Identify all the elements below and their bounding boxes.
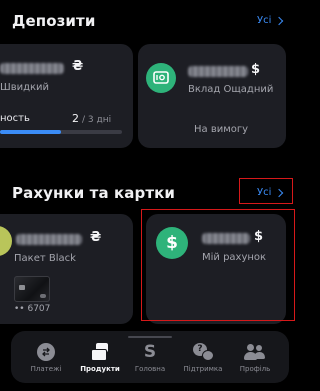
deposit-card-oshchadnyi[interactable]: $ Вклад Ощадний На вимогу bbox=[138, 44, 286, 148]
bank-card-thumbnail bbox=[14, 276, 50, 302]
progress-total: / 3 дні bbox=[82, 115, 112, 125]
nav-support[interactable]: ? Підтримка bbox=[175, 343, 231, 373]
blurred-amount bbox=[16, 234, 82, 245]
accounts-section-title: Рахунки та картки bbox=[12, 184, 176, 202]
currency-symbol: $ bbox=[254, 229, 264, 244]
currency-symbol: ₴ bbox=[72, 59, 84, 74]
nav-products[interactable]: Продукти bbox=[72, 343, 128, 373]
safe-icon bbox=[146, 63, 176, 93]
products-icon bbox=[90, 343, 110, 361]
deposits-all-link[interactable]: Усі bbox=[257, 15, 284, 26]
support-icon: ? bbox=[193, 343, 214, 361]
progress-label: ность bbox=[0, 113, 30, 124]
nav-active-indicator bbox=[128, 336, 172, 338]
package-icon bbox=[0, 226, 12, 256]
account-card-my-account[interactable]: $ $ Мій рахунок bbox=[146, 214, 286, 324]
home-s-icon: S bbox=[143, 342, 157, 362]
accounts-all-link[interactable]: Усі bbox=[257, 187, 284, 198]
progress-value: 2 bbox=[72, 112, 79, 125]
nav-profile-label: Профіль bbox=[239, 365, 271, 373]
accounts-all-label: Усі bbox=[257, 187, 272, 198]
nav-home-label: Головна bbox=[134, 365, 166, 373]
deposits-all-label: Усі bbox=[257, 15, 272, 26]
deposit-name: Швидкий bbox=[0, 82, 50, 93]
account-name: Пакет Black bbox=[14, 253, 76, 264]
nav-home[interactable]: S Головна bbox=[122, 343, 178, 373]
nav-support-label: Підтримка bbox=[183, 365, 223, 373]
account-card-black[interactable]: ₴ Пакет Black •• 6707 bbox=[0, 214, 133, 324]
dollar-icon: $ bbox=[156, 227, 188, 259]
progress-fill bbox=[0, 130, 61, 134]
card-number: •• 6707 bbox=[14, 304, 51, 314]
deposit-term: На вимогу bbox=[194, 124, 249, 135]
deposit-name: Вклад Ощадний bbox=[188, 84, 274, 95]
blurred-amount bbox=[0, 63, 64, 74]
currency-symbol: $ bbox=[251, 62, 261, 77]
payments-icon bbox=[37, 343, 55, 361]
deposit-card-shvydkyi[interactable]: ₴ Швидкий ность 2 / 3 дні bbox=[0, 44, 133, 148]
deposits-section-title: Депозити bbox=[12, 12, 96, 30]
profile-icon bbox=[244, 343, 266, 361]
progress-counter: 2 / 3 дні bbox=[72, 112, 111, 125]
nav-profile[interactable]: Профіль bbox=[227, 343, 283, 373]
blurred-amount bbox=[202, 233, 250, 244]
currency-symbol: ₴ bbox=[90, 230, 102, 245]
chevron-right-icon bbox=[275, 188, 284, 197]
nav-payments[interactable]: Платежі bbox=[18, 343, 74, 373]
blurred-amount bbox=[188, 66, 248, 77]
card-logo bbox=[40, 294, 46, 298]
account-name: Мій рахунок bbox=[202, 252, 267, 263]
chevron-right-icon bbox=[275, 16, 284, 25]
nav-products-label: Продукти bbox=[80, 365, 120, 373]
nav-payments-label: Платежі bbox=[30, 365, 62, 373]
progress-track bbox=[0, 130, 122, 134]
dollar-symbol: $ bbox=[166, 233, 178, 253]
card-chip bbox=[19, 285, 25, 290]
